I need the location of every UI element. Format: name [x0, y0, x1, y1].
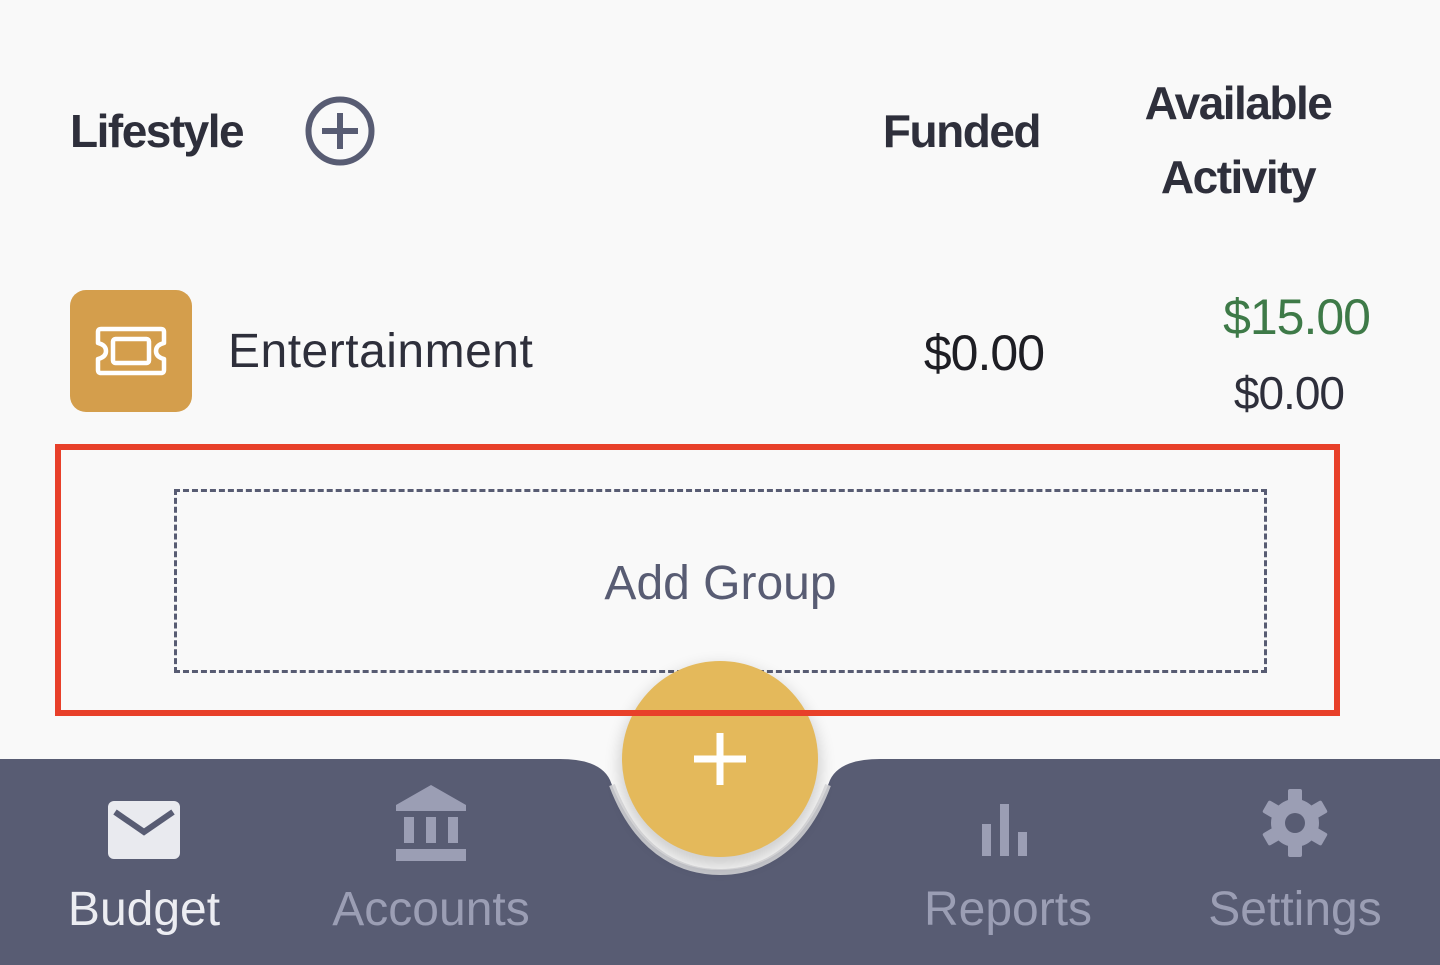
add-group-label: Add Group: [604, 556, 837, 610]
category-icon-badge: [70, 290, 192, 412]
bank-icon: [396, 785, 466, 870]
nav-label: Reports: [923, 883, 1093, 936]
gear-icon: [1261, 789, 1329, 870]
add-category-button[interactable]: [304, 95, 376, 167]
ticket-icon: [95, 326, 167, 376]
nav-item-budget[interactable]: Budget: [24, 790, 264, 950]
column-header-available: Available: [1144, 77, 1333, 129]
category-name: Entertainment: [228, 325, 534, 378]
plus-circle-icon: [305, 96, 375, 166]
add-group-button[interactable]: Add Group: [174, 489, 1267, 673]
nav-label: Budget: [67, 883, 221, 936]
nav-item-reports[interactable]: Reports: [888, 790, 1128, 950]
nav-label: Settings: [1208, 883, 1382, 936]
nav-label: Accounts: [332, 883, 530, 936]
column-header-funded: Funded: [882, 105, 1042, 157]
nav-item-settings[interactable]: Settings: [1175, 789, 1415, 950]
budget-screen: Lifestyle Funded Available Activity Ente…: [0, 0, 1440, 965]
category-row[interactable]: Entertainment $0.00 $15.00 $0.00: [70, 289, 1371, 419]
column-header-available-activity: Available Activity: [1108, 66, 1368, 214]
envelope-icon: [108, 790, 180, 870]
column-header-activity: Activity: [1160, 151, 1317, 203]
add-transaction-fab[interactable]: [622, 661, 818, 857]
category-funded-amount[interactable]: $0.00: [924, 324, 1045, 382]
plus-icon: [694, 733, 746, 785]
nav-item-accounts[interactable]: Accounts: [311, 785, 551, 950]
bar-chart-icon: [982, 790, 1034, 870]
category-activity-amount: $0.00: [1233, 367, 1345, 419]
category-available-amount: $15.00: [1223, 289, 1371, 345]
group-title: Lifestyle: [70, 105, 245, 157]
